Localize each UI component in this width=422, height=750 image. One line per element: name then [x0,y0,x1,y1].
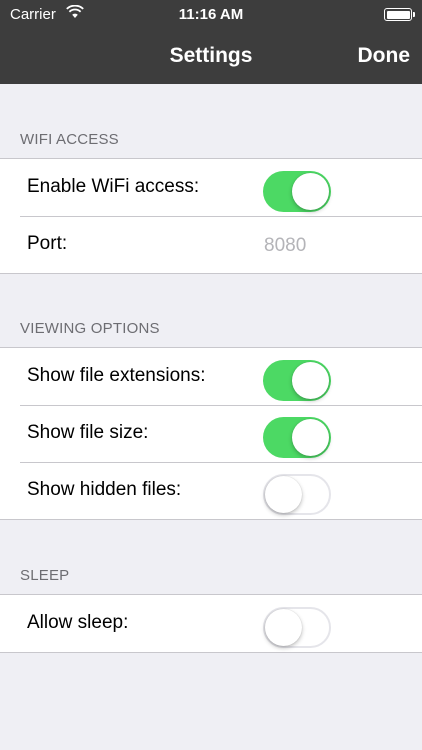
section-header-sleep: SLEEP [20,567,70,584]
allow-sleep-toggle[interactable] [263,607,331,648]
show-size-toggle[interactable] [263,417,331,458]
group-viewing: Show file extensions: Show file size: Sh… [0,347,422,520]
row-show-size: Show file size: [0,405,422,462]
section-header-viewing: VIEWING OPTIONS [20,320,160,337]
done-button[interactable]: Done [358,44,411,68]
section-header-wifi: WIFI ACCESS [20,131,119,148]
show-hidden-label: Show hidden files: [27,479,182,500]
row-port: Port: 8080 [0,216,422,273]
battery-icon [384,8,415,21]
toggle-knob [292,173,329,210]
toggle-knob [292,362,329,399]
row-enable-wifi: Enable WiFi access: [0,159,422,216]
status-bar: Carrier 11:16 AM [0,0,422,30]
group-sleep: Allow sleep: [0,594,422,653]
toggle-knob [292,419,329,456]
enable-wifi-label: Enable WiFi access: [27,176,200,197]
navigation-bar: Settings Done [0,30,422,84]
show-extensions-toggle[interactable] [263,360,331,401]
group-wifi: Enable WiFi access: Port: 8080 [0,158,422,274]
show-size-label: Show file size: [27,422,149,443]
port-field[interactable]: 8080 [264,235,306,257]
top-bar: Carrier 11:16 AM Settings Done [0,0,422,84]
port-label: Port: [27,233,68,254]
row-show-hidden: Show hidden files: [0,462,422,519]
allow-sleep-label: Allow sleep: [27,612,129,633]
row-show-extensions: Show file extensions: [0,348,422,405]
show-hidden-toggle[interactable] [263,474,331,515]
toggle-knob [265,609,302,646]
settings-screen: Carrier 11:16 AM Settings Done WIFI ACCE… [0,0,422,750]
enable-wifi-toggle[interactable] [263,171,331,212]
row-allow-sleep: Allow sleep: [0,595,422,652]
toggle-knob [265,476,302,513]
clock: 11:16 AM [178,6,244,23]
show-extensions-label: Show file extensions: [27,365,206,386]
